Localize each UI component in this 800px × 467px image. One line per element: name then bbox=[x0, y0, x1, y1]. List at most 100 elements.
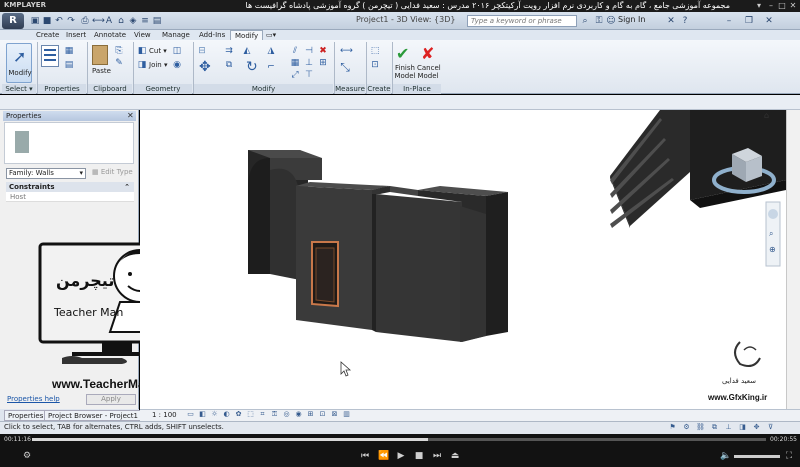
tab-annotate[interactable]: Annotate bbox=[90, 30, 130, 40]
filter-icon[interactable]: ⊽ bbox=[766, 423, 775, 432]
print-icon[interactable]: ⎙ bbox=[80, 16, 90, 26]
finish-model-check-icon[interactable]: ✔ bbox=[396, 44, 409, 63]
scale-icon[interactable]: ⤢ bbox=[290, 70, 300, 80]
revit-restore-icon[interactable]: ❐ bbox=[744, 16, 754, 26]
in-place-wall-model[interactable] bbox=[248, 150, 508, 342]
text-icon[interactable]: A bbox=[104, 16, 114, 26]
revit-close-icon[interactable]: ✕ bbox=[764, 16, 774, 26]
copy-icon[interactable]: ⎘ bbox=[114, 46, 124, 56]
lock-view-icon[interactable]: ⚿ bbox=[270, 410, 279, 419]
previous-icon[interactable]: ⏮ bbox=[360, 451, 370, 461]
modify-tool-button[interactable]: ➚ Modify bbox=[6, 43, 32, 83]
trim-extend-icon[interactable]: ⊣ bbox=[304, 46, 314, 56]
delete-icon[interactable]: ✖ bbox=[318, 46, 328, 56]
move-icon[interactable]: ✥ bbox=[199, 60, 211, 74]
tab-properties-palette[interactable]: Properties bbox=[4, 410, 48, 421]
mirror-draw-icon[interactable]: ◮ bbox=[266, 46, 276, 56]
revit-minimize-icon[interactable]: – bbox=[724, 16, 734, 26]
search-icon[interactable]: ⌕ bbox=[580, 16, 590, 26]
tab-project-browser[interactable]: Project Browser - Project1 bbox=[44, 410, 142, 421]
3d-viewport[interactable]: ⌂ ⌕ ⊕ bbox=[140, 110, 786, 409]
visual-style-icon[interactable]: ◧ bbox=[198, 410, 207, 419]
thin-lines-icon[interactable]: ≡ bbox=[140, 16, 150, 26]
fullscreen-icon[interactable]: ⛶ bbox=[784, 451, 794, 461]
create-group-icon[interactable]: ⊡ bbox=[370, 60, 380, 70]
properties-help-link[interactable]: Properties help bbox=[7, 395, 60, 403]
apply-button[interactable]: Apply bbox=[86, 394, 136, 405]
tab-view[interactable]: View bbox=[130, 30, 155, 40]
create-similar-icon[interactable]: ⬚ bbox=[370, 46, 380, 56]
rewind-icon[interactable]: ⏪ bbox=[378, 451, 389, 461]
measure-between-icon[interactable]: ⟷ bbox=[340, 46, 353, 56]
redo-icon[interactable]: ↷ bbox=[66, 16, 76, 26]
temporary-hide-icon[interactable]: ◎ bbox=[282, 410, 291, 419]
player-settings-icon[interactable]: ⚙ bbox=[22, 451, 32, 461]
3d-view-icon[interactable]: ⌂ bbox=[116, 16, 126, 26]
hide-icon[interactable]: ▥ bbox=[342, 410, 351, 419]
close-hidden-icon[interactable]: ▤ bbox=[152, 16, 162, 26]
trim-icon[interactable]: ⌐ bbox=[266, 62, 276, 72]
open-icon[interactable]: ▣ bbox=[30, 16, 40, 26]
player-close-icon[interactable]: ✕ bbox=[788, 1, 798, 10]
unpin-icon[interactable]: ⊤ bbox=[304, 70, 314, 80]
show-crop-icon[interactable]: ⌗ bbox=[258, 410, 267, 419]
select-by-face-icon[interactable]: ◨ bbox=[738, 423, 747, 432]
properties-panel-icon[interactable] bbox=[41, 45, 59, 67]
tab-add-ins[interactable]: Add-Ins bbox=[195, 30, 229, 40]
reveal-constraints-icon[interactable]: ⊠ bbox=[330, 410, 339, 419]
reveal-hidden-icon[interactable]: ◉ bbox=[294, 410, 303, 419]
match-type-icon[interactable]: ✎ bbox=[114, 58, 124, 68]
align-icon[interactable]: ⊟ bbox=[197, 46, 207, 56]
select-panel-label[interactable]: Select ▾ bbox=[2, 84, 36, 94]
select-links-icon[interactable]: ⛓ bbox=[696, 423, 705, 432]
select-pinned-icon[interactable]: ⊥ bbox=[724, 423, 733, 432]
crop-view-icon[interactable]: ⬚ bbox=[246, 410, 255, 419]
array-icon[interactable]: ▦ bbox=[290, 58, 300, 68]
mirror-axis-icon[interactable]: ◭ bbox=[242, 46, 252, 56]
editable-only-icon[interactable]: ⚙ bbox=[682, 423, 691, 432]
offset-icon[interactable]: ⇉ bbox=[224, 46, 234, 56]
split-icon[interactable]: ⫽ bbox=[290, 46, 300, 56]
application-menu-button[interactable]: R bbox=[2, 13, 24, 29]
detail-level-icon[interactable]: ▭ bbox=[186, 410, 195, 419]
cut-button[interactable]: Cut ▾ bbox=[149, 47, 167, 55]
family-types-icon[interactable]: ▤ bbox=[64, 60, 74, 70]
volume-slider[interactable] bbox=[734, 455, 780, 458]
paint-icon[interactable]: ◉ bbox=[172, 60, 182, 70]
drag-elements-icon[interactable]: ✥ bbox=[752, 423, 761, 432]
render-icon[interactable]: ✿ bbox=[234, 410, 243, 419]
cancel-model-button[interactable]: Cancel Model bbox=[417, 64, 441, 80]
tab-modify[interactable]: Modify bbox=[230, 30, 264, 40]
cancel-model-x-icon[interactable]: ✘ bbox=[421, 44, 434, 63]
analytical-model-icon[interactable]: ⊞ bbox=[306, 410, 315, 419]
pin-icon[interactable]: ⊥ bbox=[304, 58, 314, 68]
player-minimize-icon[interactable]: – bbox=[766, 1, 776, 10]
save-icon[interactable]: ■ bbox=[42, 16, 52, 26]
volume-icon[interactable]: 🔈 bbox=[720, 451, 731, 461]
tab-insert[interactable]: Insert bbox=[62, 30, 90, 40]
constraints-group[interactable]: Constraints ⌃ bbox=[6, 182, 134, 192]
type-selector-preview[interactable] bbox=[4, 122, 134, 164]
section-icon[interactable]: ◈ bbox=[128, 16, 138, 26]
sun-path-icon[interactable]: ☼ bbox=[210, 410, 219, 419]
navigation-bar[interactable]: ⌕ ⊕ bbox=[765, 201, 781, 267]
unjoin-icon[interactable]: ⊞ bbox=[318, 58, 328, 68]
highlight-displacement-icon[interactable]: ⊡ bbox=[318, 410, 327, 419]
ribbon-toggle-icon[interactable]: ▭▾ bbox=[262, 30, 280, 40]
measure-qat-icon[interactable]: ⟷ bbox=[92, 16, 105, 26]
next-icon[interactable]: ⏭ bbox=[432, 451, 442, 461]
cope-icon[interactable]: ◧ bbox=[137, 46, 147, 56]
play-icon[interactable]: ▶ bbox=[396, 451, 406, 461]
view-scale[interactable]: 1 : 100 bbox=[152, 411, 177, 419]
rotate-icon[interactable]: ↻ bbox=[246, 60, 258, 74]
undo-icon[interactable]: ↶ bbox=[54, 16, 64, 26]
worksets-icon[interactable]: ⚑ bbox=[668, 423, 677, 432]
family-filter-select[interactable]: Family: Walls ▾ bbox=[6, 168, 86, 179]
subscription-icon[interactable]: ⚿ bbox=[594, 16, 604, 26]
close-icon[interactable]: ✕ bbox=[127, 111, 134, 121]
join-button[interactable]: Join ▾ bbox=[149, 61, 167, 69]
help-icon[interactable]: ? bbox=[680, 16, 690, 26]
finish-model-button[interactable]: Finish Model bbox=[394, 64, 416, 80]
exchange-icon[interactable]: ✕ bbox=[666, 16, 676, 26]
tab-create[interactable]: Create bbox=[32, 30, 63, 40]
